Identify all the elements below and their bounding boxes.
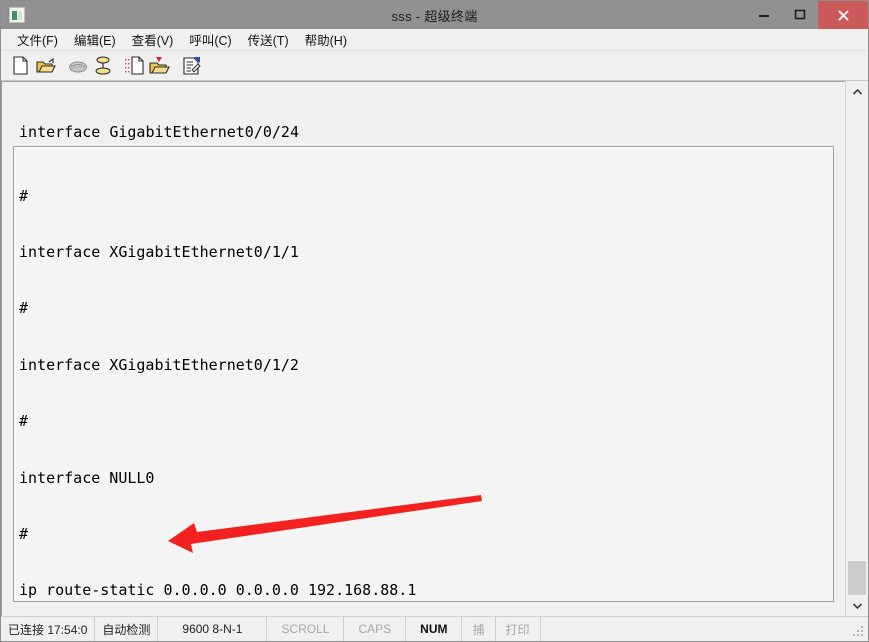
chevron-up-icon[interactable] <box>846 81 868 102</box>
window-controls <box>746 1 868 29</box>
new-connection-icon[interactable] <box>9 55 32 77</box>
terminal-line: interface XGigabitEthernet0/1/2 <box>19 355 299 374</box>
terminal-line: # <box>19 186 29 205</box>
terminal-icon <box>9 7 25 23</box>
send-file-icon[interactable] <box>123 55 146 77</box>
menu-bar: 文件(F) 编辑(E) 查看(V) 呼叫(C) 传送(T) 帮助(H) <box>1 29 868 51</box>
status-scroll: SCROLL <box>267 617 345 641</box>
terminal-line: # <box>19 412 29 431</box>
terminal-line: # <box>19 299 29 318</box>
toolbar-separator-3 <box>173 55 180 77</box>
receive-file-icon[interactable] <box>148 55 171 77</box>
terminal-output-panel[interactable]: # interface XGigabitEthernet0/1/1 # inte… <box>13 146 834 602</box>
terminal-line: interface GigabitEthernet0/0/24 <box>10 122 299 141</box>
menu-edit[interactable]: 编辑(E) <box>66 29 124 51</box>
title-bar[interactable]: sss - 超级终端 <box>1 1 868 29</box>
menu-help[interactable]: 帮助(H) <box>297 29 355 51</box>
scrollbar-thumb[interactable] <box>848 561 866 595</box>
connect-phone-icon[interactable] <box>91 55 114 77</box>
status-detection: 自动检测 <box>95 617 159 641</box>
open-folder-icon[interactable] <box>34 55 57 77</box>
toolbar-separator-2 <box>116 55 123 77</box>
hyperterminal-window: sss - 超级终端 文件(F) 编辑(E) 查看(V) 呼叫(C) 传送(T)… <box>0 0 869 642</box>
scrollbar-track[interactable] <box>846 102 868 595</box>
terminal-line: # <box>19 524 29 543</box>
vertical-scrollbar[interactable] <box>845 81 868 616</box>
menu-file[interactable]: 文件(F) <box>9 29 66 51</box>
menu-call[interactable]: 呼叫(C) <box>181 29 239 51</box>
status-filler <box>541 617 868 641</box>
disconnect-phone-icon[interactable] <box>66 55 89 77</box>
terminal-output-lines: # interface XGigabitEthernet0/1/1 # inte… <box>19 149 831 601</box>
terminal-area: interface GigabitEthernet0/0/24 port lin… <box>1 81 868 616</box>
status-num: NUM <box>406 617 463 641</box>
menu-transfer[interactable]: 传送(T) <box>240 29 297 51</box>
status-bar: 已连接 17:54:0 自动检测 9600 8-N-1 SCROLL CAPS … <box>1 616 868 641</box>
terminal-line: interface XGigabitEthernet0/1/1 <box>19 242 299 261</box>
resize-grip[interactable] <box>852 625 865 638</box>
window-title: sss - 超级终端 <box>391 8 478 24</box>
terminal-line: interface NULL0 <box>19 468 155 487</box>
status-connection: 已连接 17:54:0 <box>1 617 96 641</box>
maximize-button[interactable] <box>782 1 818 29</box>
status-capture: 捕 <box>462 617 496 641</box>
minimize-button[interactable] <box>746 1 782 29</box>
status-line-settings: 9600 8-N-1 <box>158 617 268 641</box>
terminal-viewport[interactable]: interface GigabitEthernet0/0/24 port lin… <box>1 81 845 616</box>
status-caps: CAPS <box>344 617 407 641</box>
terminal-line: ip route-static 0.0.0.0 0.0.0.0 192.168.… <box>19 581 417 600</box>
properties-icon[interactable] <box>180 55 203 77</box>
status-print: 打印 <box>496 617 541 641</box>
close-button[interactable] <box>818 1 868 29</box>
chevron-down-icon[interactable] <box>846 595 868 616</box>
menu-view[interactable]: 查看(V) <box>124 29 182 51</box>
toolbar <box>1 51 868 81</box>
toolbar-separator-1 <box>59 55 66 77</box>
